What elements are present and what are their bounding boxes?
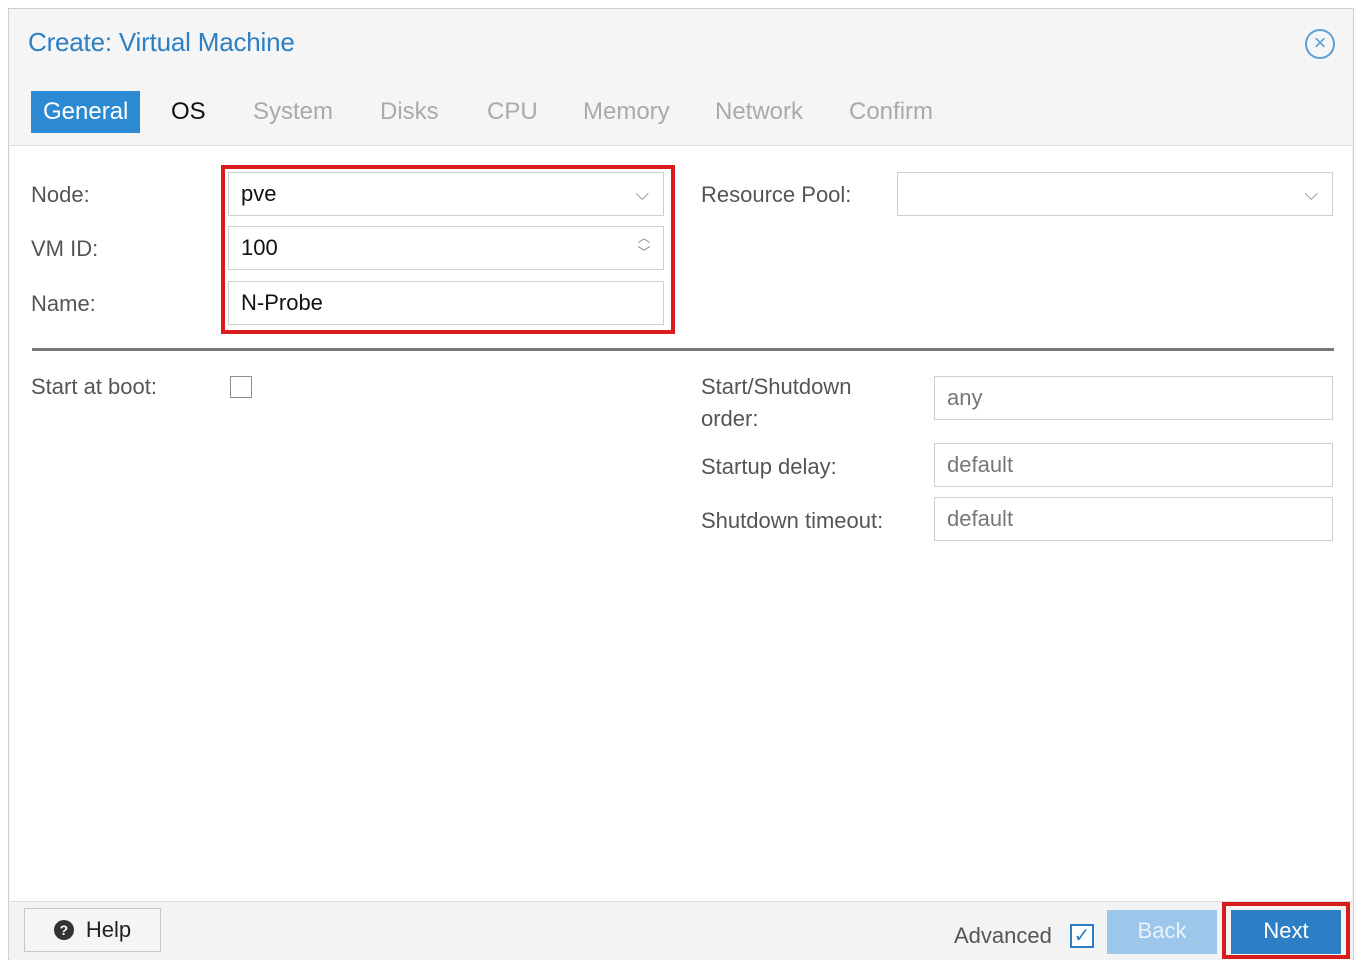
tab-system[interactable]: System bbox=[241, 91, 345, 133]
section-divider bbox=[32, 348, 1334, 351]
dialog-title: Create: Virtual Machine bbox=[28, 27, 295, 57]
start-at-boot-label: Start at boot: bbox=[31, 374, 157, 399]
shutdown-timeout-label: Shutdown timeout: bbox=[701, 508, 884, 533]
tab-cpu[interactable]: CPU bbox=[475, 91, 550, 133]
help-button[interactable]: ? Help bbox=[24, 908, 161, 952]
start-shutdown-order-label-line2: order: bbox=[701, 406, 759, 431]
start-shutdown-order-label-line1: Start/Shutdown bbox=[701, 374, 852, 399]
advanced-checkbox[interactable]: ✓ bbox=[1070, 924, 1094, 948]
tab-memory[interactable]: Memory bbox=[571, 91, 682, 133]
shutdown-timeout-placeholder: default bbox=[947, 506, 1014, 531]
help-label: Help bbox=[85, 917, 132, 942]
start-shutdown-order-input[interactable]: any bbox=[934, 376, 1333, 420]
tab-os[interactable]: OS bbox=[159, 91, 218, 133]
general-panel: Node: pve ⌵ VM ID: 100 ︿ ﹀ Name: N-Probe … bbox=[10, 145, 1352, 902]
tab-network[interactable]: Network bbox=[703, 91, 815, 133]
advanced-label: Advanced bbox=[954, 923, 1052, 948]
startup-delay-label: Startup delay: bbox=[701, 454, 837, 479]
back-button[interactable]: Back bbox=[1107, 910, 1217, 954]
highlight-box bbox=[221, 165, 675, 334]
startup-delay-input[interactable]: default bbox=[934, 443, 1333, 487]
start-shutdown-order-placeholder: any bbox=[947, 385, 983, 410]
start-at-boot-checkbox[interactable] bbox=[230, 376, 252, 398]
vmid-label: VM ID: bbox=[31, 236, 99, 261]
next-highlight-box bbox=[1222, 902, 1350, 959]
close-icon[interactable]: × bbox=[1305, 29, 1335, 59]
shutdown-timeout-input[interactable]: default bbox=[934, 497, 1333, 541]
tab-confirm[interactable]: Confirm bbox=[837, 91, 945, 133]
dialog-footer: ? Help Advanced ✓ Back Next bbox=[10, 901, 1352, 960]
tab-disks[interactable]: Disks bbox=[368, 91, 451, 133]
tab-general[interactable]: General bbox=[31, 91, 141, 133]
node-label: Node: bbox=[31, 182, 90, 207]
resource-pool-label: Resource Pool: bbox=[701, 182, 852, 207]
name-label: Name: bbox=[31, 291, 96, 316]
chevron-down-icon: ⌵ bbox=[1304, 184, 1318, 204]
resource-pool-select[interactable]: ⌵ bbox=[897, 172, 1333, 216]
startup-delay-placeholder: default bbox=[947, 452, 1014, 477]
help-icon: ? bbox=[53, 920, 74, 940]
create-vm-dialog: Create: Virtual Machine × General OS Sys… bbox=[8, 8, 1354, 960]
